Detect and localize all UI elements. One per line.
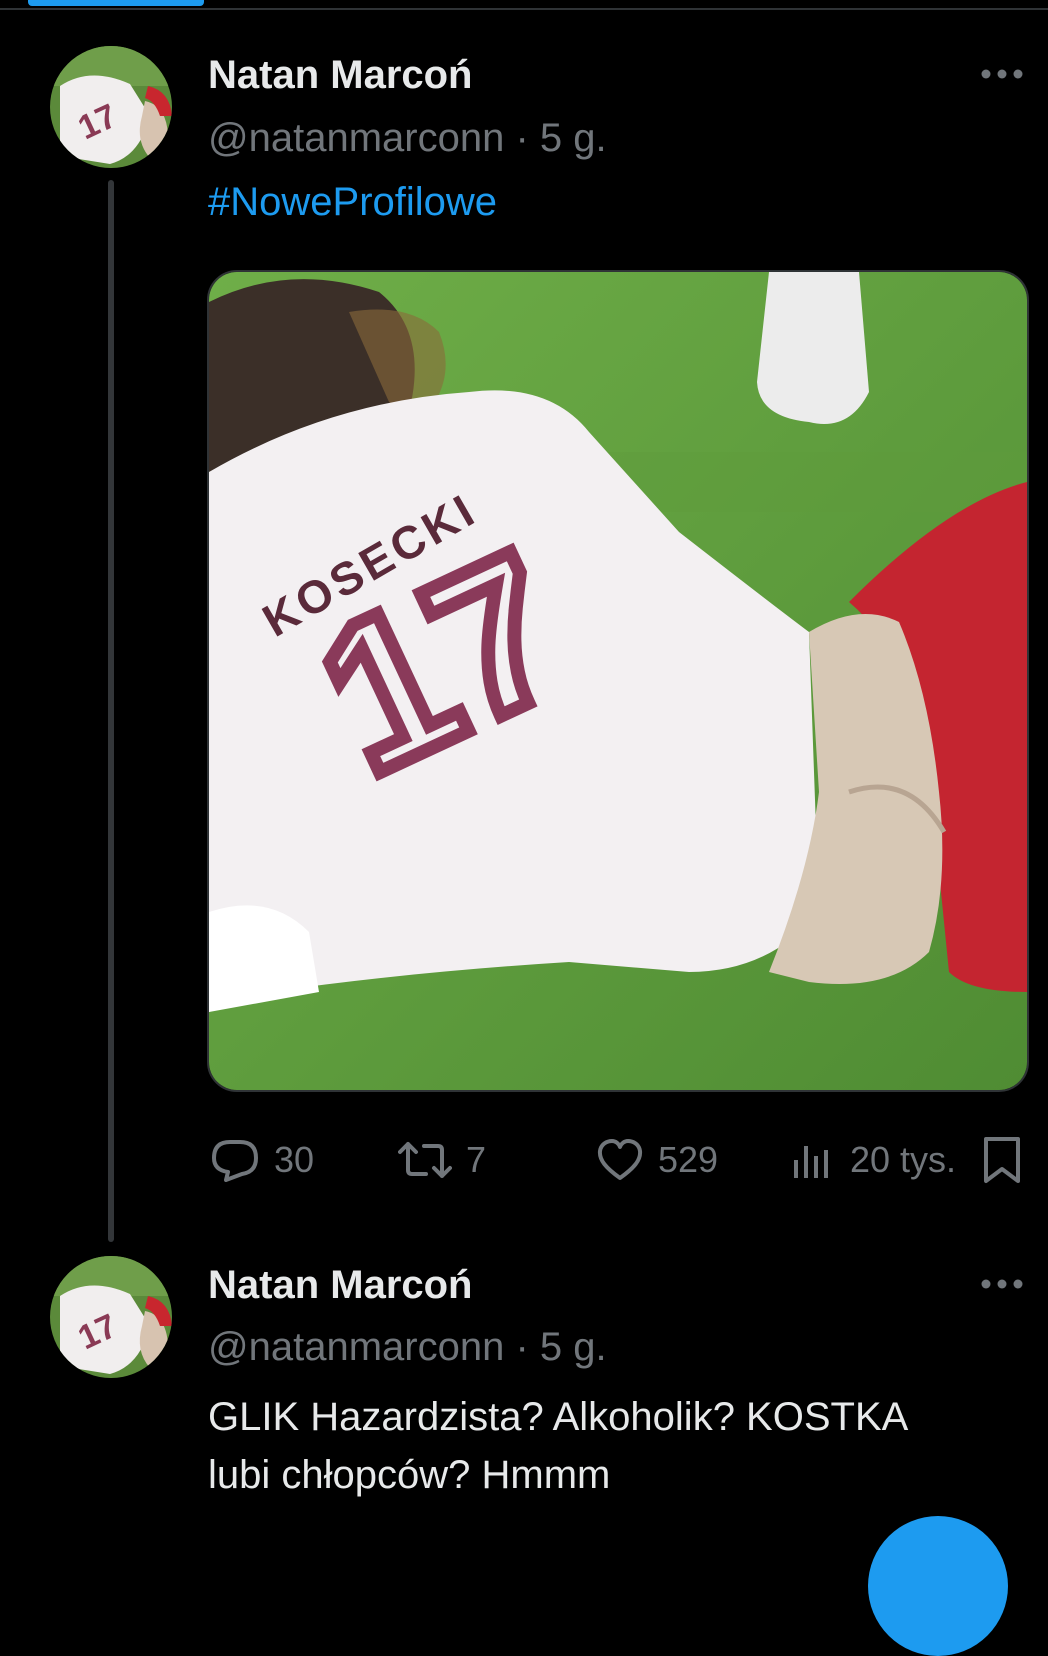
author-handle-time[interactable]: @natanmarconn · 5 g. <box>208 116 607 161</box>
repost-count: 7 <box>466 1139 487 1180</box>
avatar[interactable]: 17 <box>50 1256 172 1378</box>
more-options-button[interactable] <box>978 54 1026 104</box>
reply-bubble-icon <box>212 1140 258 1182</box>
author-name[interactable]: Natan Marcoń <box>208 1263 473 1308</box>
tweet-text: GLIK Hazardzista? Alkoholik? KOSTKA lubi… <box>208 1388 1008 1504</box>
ellipsis-icon <box>981 69 1023 79</box>
active-tab-indicator <box>28 0 204 6</box>
tweet-text-line: lubi chłopców? Hmmm <box>208 1453 611 1497</box>
ellipsis-icon <box>981 1279 1023 1289</box>
like-count: 529 <box>658 1139 719 1180</box>
author-handle-time[interactable]: @natanmarconn · 5 g. <box>208 1325 607 1370</box>
hashtag-link[interactable]: #NoweProfilowe <box>208 180 497 225</box>
thread-connector-line <box>108 180 114 1242</box>
views-count: 20 tys. <box>850 1139 957 1180</box>
repost-button[interactable]: 7 <box>398 1132 486 1188</box>
author-name[interactable]: Natan Marcoń <box>208 53 473 98</box>
reply-count: 30 <box>274 1139 315 1180</box>
compose-fab-button[interactable] <box>868 1516 1008 1656</box>
avatar[interactable]: 17 <box>50 46 172 168</box>
reply-button[interactable]: 30 <box>210 1132 314 1188</box>
more-options-button[interactable] <box>978 1264 1026 1314</box>
tweet-media-image[interactable]: KOSECKI 17 <box>207 270 1029 1092</box>
tweet-text-line: GLIK Hazardzista? Alkoholik? KOSTKA <box>208 1395 909 1439</box>
like-button[interactable]: 529 <box>596 1132 718 1188</box>
top-divider <box>0 8 1048 10</box>
views-button[interactable]: 20 tys. <box>790 1132 956 1188</box>
repost-icon <box>398 1142 452 1178</box>
bookmark-icon <box>984 1137 1020 1183</box>
heart-icon <box>597 1139 643 1180</box>
views-chart-icon <box>794 1146 828 1178</box>
bookmark-button[interactable] <box>982 1132 1022 1188</box>
